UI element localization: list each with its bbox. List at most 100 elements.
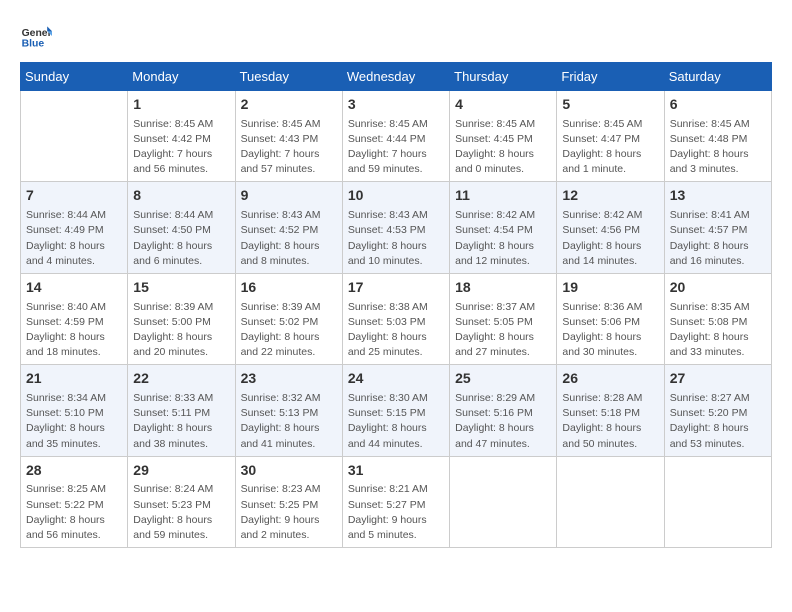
day-info: Sunrise: 8:45 AM Sunset: 4:47 PM Dayligh… [562,117,658,178]
calendar-cell: 30Sunrise: 8:23 AM Sunset: 5:25 PM Dayli… [235,456,342,547]
calendar-cell: 16Sunrise: 8:39 AM Sunset: 5:02 PM Dayli… [235,273,342,364]
calendar-cell: 27Sunrise: 8:27 AM Sunset: 5:20 PM Dayli… [664,365,771,456]
day-header-friday: Friday [557,63,664,91]
calendar-cell: 4Sunrise: 8:45 AM Sunset: 4:45 PM Daylig… [450,91,557,182]
week-row-3: 14Sunrise: 8:40 AM Sunset: 4:59 PM Dayli… [21,273,772,364]
day-info: Sunrise: 8:44 AM Sunset: 4:50 PM Dayligh… [133,208,229,269]
day-info: Sunrise: 8:45 AM Sunset: 4:43 PM Dayligh… [241,117,337,178]
calendar-cell: 10Sunrise: 8:43 AM Sunset: 4:53 PM Dayli… [342,182,449,273]
day-number: 2 [241,95,337,115]
day-info: Sunrise: 8:27 AM Sunset: 5:20 PM Dayligh… [670,391,766,452]
day-info: Sunrise: 8:45 AM Sunset: 4:42 PM Dayligh… [133,117,229,178]
day-header-saturday: Saturday [664,63,771,91]
day-header-sunday: Sunday [21,63,128,91]
calendar-cell: 18Sunrise: 8:37 AM Sunset: 5:05 PM Dayli… [450,273,557,364]
calendar-cell: 14Sunrise: 8:40 AM Sunset: 4:59 PM Dayli… [21,273,128,364]
day-info: Sunrise: 8:29 AM Sunset: 5:16 PM Dayligh… [455,391,551,452]
calendar-cell: 7Sunrise: 8:44 AM Sunset: 4:49 PM Daylig… [21,182,128,273]
day-info: Sunrise: 8:43 AM Sunset: 4:53 PM Dayligh… [348,208,444,269]
calendar-cell: 13Sunrise: 8:41 AM Sunset: 4:57 PM Dayli… [664,182,771,273]
day-header-thursday: Thursday [450,63,557,91]
day-info: Sunrise: 8:40 AM Sunset: 4:59 PM Dayligh… [26,300,122,361]
day-number: 14 [26,278,122,298]
calendar-cell [450,456,557,547]
day-info: Sunrise: 8:44 AM Sunset: 4:49 PM Dayligh… [26,208,122,269]
calendar-cell: 5Sunrise: 8:45 AM Sunset: 4:47 PM Daylig… [557,91,664,182]
calendar-cell: 19Sunrise: 8:36 AM Sunset: 5:06 PM Dayli… [557,273,664,364]
calendar-table: SundayMondayTuesdayWednesdayThursdayFrid… [20,62,772,548]
day-number: 22 [133,369,229,389]
calendar-cell: 31Sunrise: 8:21 AM Sunset: 5:27 PM Dayli… [342,456,449,547]
day-number: 23 [241,369,337,389]
day-info: Sunrise: 8:36 AM Sunset: 5:06 PM Dayligh… [562,300,658,361]
day-number: 27 [670,369,766,389]
day-number: 25 [455,369,551,389]
day-number: 20 [670,278,766,298]
days-header-row: SundayMondayTuesdayWednesdayThursdayFrid… [21,63,772,91]
day-number: 18 [455,278,551,298]
day-number: 12 [562,186,658,206]
day-info: Sunrise: 8:43 AM Sunset: 4:52 PM Dayligh… [241,208,337,269]
calendar-cell: 17Sunrise: 8:38 AM Sunset: 5:03 PM Dayli… [342,273,449,364]
calendar-cell: 23Sunrise: 8:32 AM Sunset: 5:13 PM Dayli… [235,365,342,456]
day-number: 24 [348,369,444,389]
day-header-wednesday: Wednesday [342,63,449,91]
calendar-cell: 12Sunrise: 8:42 AM Sunset: 4:56 PM Dayli… [557,182,664,273]
logo-icon: General Blue [20,20,52,52]
day-number: 19 [562,278,658,298]
day-info: Sunrise: 8:23 AM Sunset: 5:25 PM Dayligh… [241,482,337,543]
page-header: General Blue [20,20,772,52]
svg-text:Blue: Blue [22,38,45,49]
logo: General Blue [20,20,56,52]
week-row-2: 7Sunrise: 8:44 AM Sunset: 4:49 PM Daylig… [21,182,772,273]
day-number: 3 [348,95,444,115]
day-number: 7 [26,186,122,206]
calendar-cell: 22Sunrise: 8:33 AM Sunset: 5:11 PM Dayli… [128,365,235,456]
calendar-cell: 26Sunrise: 8:28 AM Sunset: 5:18 PM Dayli… [557,365,664,456]
day-info: Sunrise: 8:33 AM Sunset: 5:11 PM Dayligh… [133,391,229,452]
day-info: Sunrise: 8:34 AM Sunset: 5:10 PM Dayligh… [26,391,122,452]
day-info: Sunrise: 8:32 AM Sunset: 5:13 PM Dayligh… [241,391,337,452]
calendar-cell: 25Sunrise: 8:29 AM Sunset: 5:16 PM Dayli… [450,365,557,456]
calendar-cell: 28Sunrise: 8:25 AM Sunset: 5:22 PM Dayli… [21,456,128,547]
day-info: Sunrise: 8:45 AM Sunset: 4:44 PM Dayligh… [348,117,444,178]
calendar-cell: 11Sunrise: 8:42 AM Sunset: 4:54 PM Dayli… [450,182,557,273]
calendar-cell: 15Sunrise: 8:39 AM Sunset: 5:00 PM Dayli… [128,273,235,364]
day-info: Sunrise: 8:39 AM Sunset: 5:02 PM Dayligh… [241,300,337,361]
day-number: 17 [348,278,444,298]
day-info: Sunrise: 8:42 AM Sunset: 4:56 PM Dayligh… [562,208,658,269]
calendar-cell [664,456,771,547]
week-row-4: 21Sunrise: 8:34 AM Sunset: 5:10 PM Dayli… [21,365,772,456]
day-number: 9 [241,186,337,206]
week-row-1: 1Sunrise: 8:45 AM Sunset: 4:42 PM Daylig… [21,91,772,182]
day-info: Sunrise: 8:39 AM Sunset: 5:00 PM Dayligh… [133,300,229,361]
day-number: 10 [348,186,444,206]
day-number: 30 [241,461,337,481]
day-header-tuesday: Tuesday [235,63,342,91]
day-header-monday: Monday [128,63,235,91]
calendar-cell [557,456,664,547]
day-number: 26 [562,369,658,389]
day-info: Sunrise: 8:30 AM Sunset: 5:15 PM Dayligh… [348,391,444,452]
day-number: 1 [133,95,229,115]
day-info: Sunrise: 8:35 AM Sunset: 5:08 PM Dayligh… [670,300,766,361]
day-number: 8 [133,186,229,206]
day-info: Sunrise: 8:21 AM Sunset: 5:27 PM Dayligh… [348,482,444,543]
day-info: Sunrise: 8:24 AM Sunset: 5:23 PM Dayligh… [133,482,229,543]
day-number: 4 [455,95,551,115]
week-row-5: 28Sunrise: 8:25 AM Sunset: 5:22 PM Dayli… [21,456,772,547]
calendar-cell: 9Sunrise: 8:43 AM Sunset: 4:52 PM Daylig… [235,182,342,273]
day-number: 15 [133,278,229,298]
day-info: Sunrise: 8:45 AM Sunset: 4:48 PM Dayligh… [670,117,766,178]
calendar-cell: 21Sunrise: 8:34 AM Sunset: 5:10 PM Dayli… [21,365,128,456]
day-number: 21 [26,369,122,389]
calendar-cell: 1Sunrise: 8:45 AM Sunset: 4:42 PM Daylig… [128,91,235,182]
calendar-cell: 6Sunrise: 8:45 AM Sunset: 4:48 PM Daylig… [664,91,771,182]
day-info: Sunrise: 8:42 AM Sunset: 4:54 PM Dayligh… [455,208,551,269]
day-number: 11 [455,186,551,206]
calendar-cell: 20Sunrise: 8:35 AM Sunset: 5:08 PM Dayli… [664,273,771,364]
calendar-cell [21,91,128,182]
calendar-cell: 29Sunrise: 8:24 AM Sunset: 5:23 PM Dayli… [128,456,235,547]
calendar-cell: 24Sunrise: 8:30 AM Sunset: 5:15 PM Dayli… [342,365,449,456]
calendar-cell: 3Sunrise: 8:45 AM Sunset: 4:44 PM Daylig… [342,91,449,182]
